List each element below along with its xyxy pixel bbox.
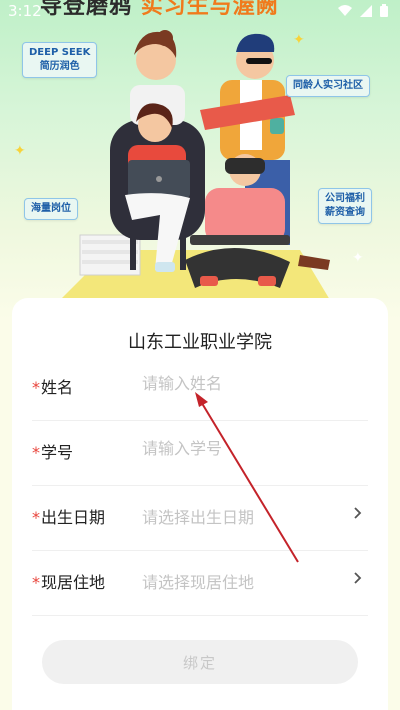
birth-date-label-text: 出生日期 (41, 508, 106, 527)
wifi-icon (338, 3, 352, 21)
signal-icon (360, 3, 372, 21)
sparkle-icon: ✦ (14, 143, 26, 159)
sparkle-icon: ✦ (352, 250, 364, 266)
tag-benefits-line2: 薪资查询 (325, 207, 365, 218)
banner-headline-right: 实习生与渥阙 (140, 0, 279, 19)
residence-label: *现居住地 (32, 569, 105, 593)
name-input[interactable] (142, 374, 342, 393)
chevron-right-icon (354, 569, 362, 588)
banner-headline-left: 导登 (40, 0, 87, 19)
residence-label-text: 现居住地 (41, 573, 106, 592)
birth-date-row[interactable]: *出生日期 请选择出生日期 (32, 486, 368, 551)
student-id-label-text: 学号 (41, 443, 74, 462)
battery-icon (380, 3, 388, 21)
bind-form-card: 山东工业职业学院 *姓名 *学号 *出生日期 请选择出生日期 *现居住地 请选择… (12, 298, 388, 710)
name-label: *姓名 (32, 374, 73, 398)
tag-community: 同龄人实习社区 (286, 75, 370, 97)
banner-headline: 导登磨鸦 实习生与渥阙 (40, 0, 279, 20)
status-icons (338, 3, 388, 21)
student-id-label: *学号 (32, 439, 73, 463)
name-row[interactable]: *姓名 (32, 356, 368, 421)
residence-picker[interactable]: 请选择现居住地 (142, 569, 254, 593)
chevron-right-icon (354, 504, 362, 523)
tag-benefits-line1: 公司福利 (325, 193, 365, 204)
required-mark: * (32, 573, 40, 592)
tag-positions-label: 海量岗位 (31, 203, 71, 214)
student-id-input[interactable] (142, 439, 342, 458)
required-mark: * (32, 508, 40, 527)
required-mark: * (32, 378, 40, 397)
tag-deepseek-line2: 简历润色 (39, 61, 80, 72)
status-time: 3:12 (8, 2, 42, 20)
tag-deepseek: DEEP SEEK 简历润色 (22, 42, 98, 78)
required-mark: * (32, 443, 40, 462)
hero-banner[interactable]: 3:12 导登磨鸦 实习生与渥阙 DEEP SEEK 简历润色 同龄人实习社区 … (0, 0, 400, 320)
residence-row[interactable]: *现居住地 请选择现居住地 (32, 551, 368, 616)
tag-positions: 海量岗位 (24, 198, 78, 220)
tag-deepseek-line1: DEEP SEEK (29, 47, 91, 58)
banner-headline-mid: 磨鸦 (86, 0, 133, 19)
tag-benefits: 公司福利 薪资查询 (318, 188, 372, 224)
name-label-text: 姓名 (41, 378, 74, 397)
student-id-row[interactable]: *学号 (32, 421, 368, 486)
birth-date-picker[interactable]: 请选择出生日期 (142, 504, 254, 528)
school-name-title: 山东工业职业学院 (128, 332, 272, 353)
tag-community-label: 同龄人实习社区 (293, 80, 363, 91)
birth-date-label: *出生日期 (32, 504, 105, 528)
bind-button[interactable]: 绑定 (42, 640, 358, 684)
sparkle-icon: ✦ (293, 32, 305, 48)
